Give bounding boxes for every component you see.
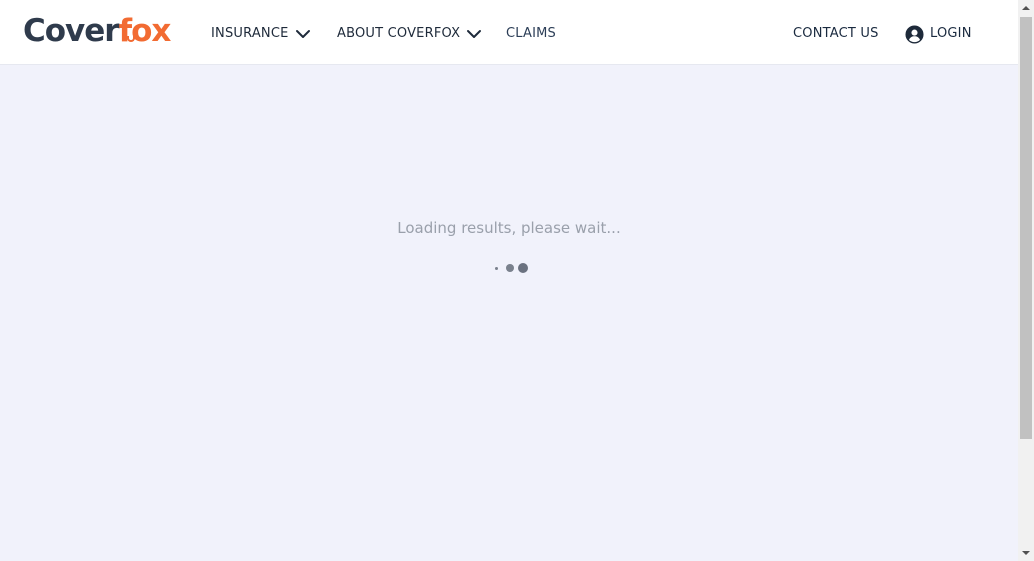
loading-dots-icon: [494, 263, 530, 275]
scroll-down-arrow-icon[interactable]: [1018, 545, 1034, 561]
chevron-down-icon: [295, 30, 310, 38]
logo-text-cover: Cover: [23, 13, 120, 49]
nav-insurance-dropdown[interactable]: INSURANCE: [211, 24, 311, 44]
login-label: LOGIN: [930, 26, 972, 41]
nav-contact-label: CONTACT US: [793, 26, 879, 41]
loading-message: Loading results, please wait...: [397, 219, 621, 237]
logo-text-fox: fox: [118, 10, 172, 52]
vertical-scrollbar[interactable]: [1018, 0, 1034, 561]
scrollbar-thumb[interactable]: [1020, 17, 1032, 439]
coverfox-logo[interactable]: Cover fox: [23, 10, 172, 52]
login-button[interactable]: LOGIN: [905, 24, 972, 44]
loading-dot-medium: [506, 264, 514, 272]
loading-dot-large: [518, 263, 528, 273]
loading-section: Loading results, please wait...: [0, 216, 1018, 273]
site-header: Cover fox INSURANCE ABOUT COVERFOX CLAIM…: [0, 0, 1018, 65]
browser-viewport: Cover fox INSURANCE ABOUT COVERFOX CLAIM…: [0, 0, 1034, 561]
logo-text-fox-label: fox: [118, 13, 172, 49]
chevron-down-icon: [467, 30, 482, 38]
page: Cover fox INSURANCE ABOUT COVERFOX CLAIM…: [0, 0, 1018, 561]
nav-about-dropdown[interactable]: ABOUT COVERFOX: [337, 24, 482, 44]
loading-dot-small: [495, 267, 498, 270]
nav-claims-link[interactable]: CLAIMS: [506, 24, 556, 44]
logo-fox-mark-icon: [126, 36, 135, 42]
nav-about-label: ABOUT COVERFOX: [337, 26, 461, 41]
scroll-up-arrow-icon[interactable]: [1018, 0, 1034, 16]
user-circle-icon: [905, 24, 924, 44]
nav-claims-label: CLAIMS: [506, 26, 557, 41]
nav-contact-link[interactable]: CONTACT US: [793, 24, 879, 44]
nav-insurance-label: INSURANCE: [211, 26, 289, 41]
